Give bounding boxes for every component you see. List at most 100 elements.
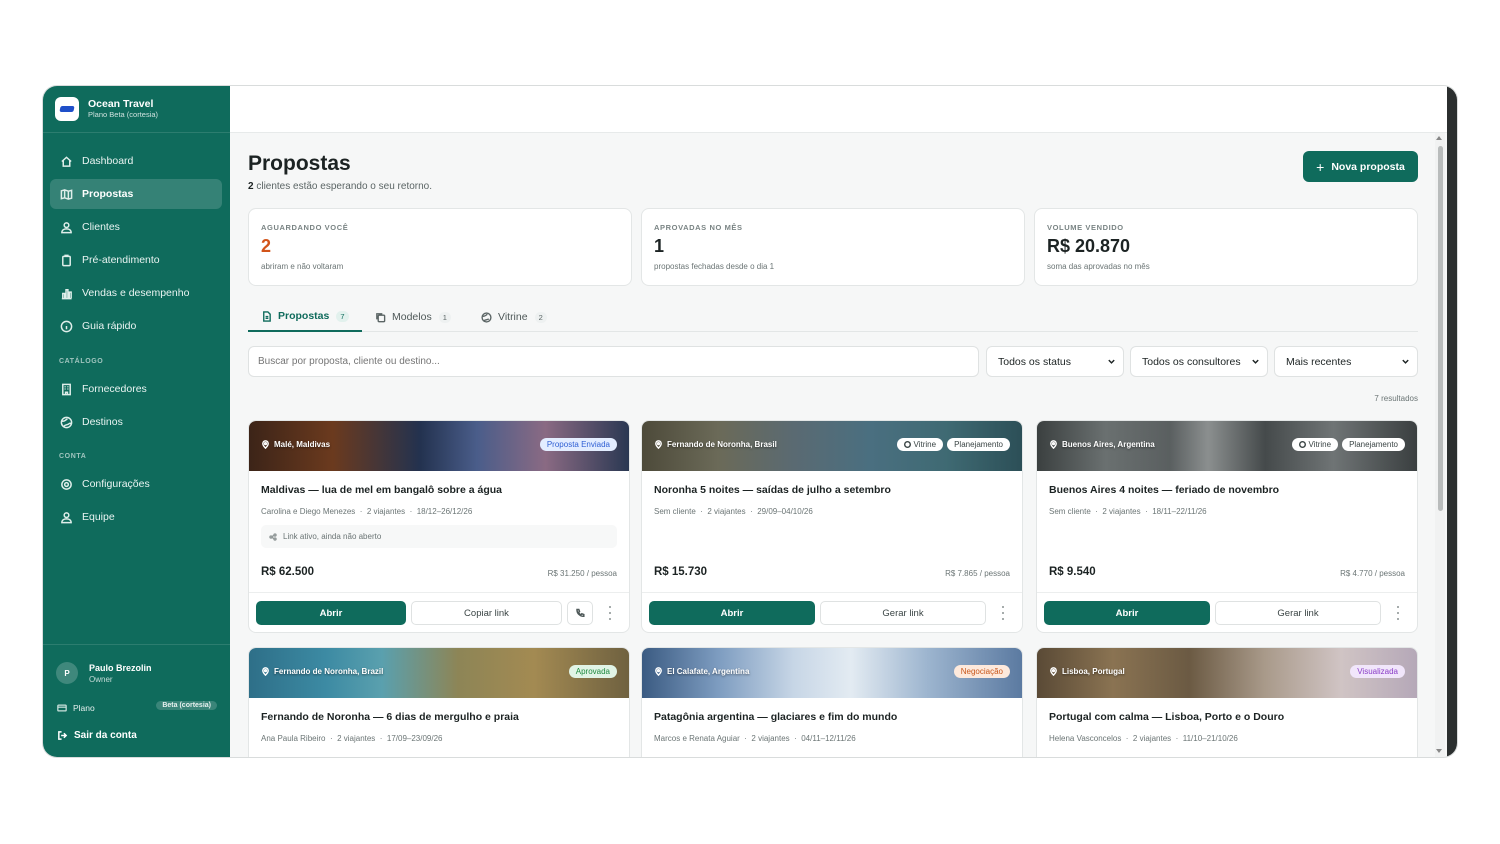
phone-icon xyxy=(576,608,585,618)
credit-card-icon xyxy=(57,704,67,712)
client-name: Helena Vasconcelos xyxy=(1049,734,1122,743)
price-total: R$ 62.500 xyxy=(261,566,315,578)
logout-button[interactable]: Sair da conta xyxy=(57,730,137,741)
tab-modelos[interactable]: Modelos 1 xyxy=(375,302,451,332)
copy-link-button[interactable]: Copiar link xyxy=(411,601,562,625)
sidebar-item-fornecedores[interactable]: Fornecedores xyxy=(50,374,222,404)
card-title: Buenos Aires 4 noites — feriado de novem… xyxy=(1049,484,1280,496)
proposal-card[interactable]: Buenos Aires, Argentina Vitrine Planejam… xyxy=(1036,420,1418,633)
travelers: 2 viajantes xyxy=(1102,507,1141,516)
proposal-card[interactable]: Lisboa, Portugal Visualizada Portugal co… xyxy=(1036,647,1418,757)
sidebar-item-label: Clientes xyxy=(82,221,120,233)
sidebar-item-propostas[interactable]: Propostas xyxy=(50,179,222,209)
sort-select[interactable]: Mais recentes xyxy=(1274,346,1418,377)
sidebar-item-destinos[interactable]: Destinos xyxy=(50,407,222,437)
open-button[interactable]: Abrir xyxy=(256,601,406,625)
bar-chart-icon xyxy=(61,288,72,299)
stat-card-volume: VOLUME VENDIDO R$ 20.870 soma das aprova… xyxy=(1034,208,1418,286)
stat-label: APROVADAS NO MÊS xyxy=(654,223,743,232)
price-per-person: R$ 7.865 / pessoa xyxy=(945,569,1010,578)
brand[interactable]: Ocean Travel Plano Beta (cortesia) xyxy=(43,86,230,133)
chevron-down-icon xyxy=(1252,359,1259,364)
building-icon xyxy=(62,383,71,395)
more-options-icon[interactable] xyxy=(998,604,1008,622)
brand-plan: Plano Beta (cortesia) xyxy=(88,110,159,119)
meta-separator: · xyxy=(379,734,383,743)
sidebar-item-configuracoes[interactable]: Configurações xyxy=(50,469,222,499)
proposal-card[interactable]: Fernando de Noronha, Brasil Vitrine Plan… xyxy=(641,420,1023,633)
card-meta: Sem cliente · 2 viajantes · 29/09–04/10/… xyxy=(654,507,813,516)
meta-separator: · xyxy=(1145,507,1148,516)
client-name: Sem cliente xyxy=(1049,507,1091,516)
open-button[interactable]: Abrir xyxy=(1044,601,1210,625)
vitrine-badge: Vitrine xyxy=(896,438,944,451)
badge-label: Vitrine xyxy=(913,440,937,449)
stat-note: soma das aprovadas no mês xyxy=(1047,262,1150,271)
sidebar-item-label: Fornecedores xyxy=(82,383,147,395)
tab-vitrine[interactable]: Vitrine 2 xyxy=(481,302,547,332)
proposal-card[interactable]: Malé, Maldivas Proposta Enviada Maldivas… xyxy=(248,420,630,633)
sidebar-item-dashboard[interactable]: Dashboard xyxy=(50,146,222,176)
sidebar-item-label: Pré-atendimento xyxy=(82,254,160,266)
brand-name: Ocean Travel xyxy=(88,98,154,110)
new-proposal-button[interactable]: + Nova proposta xyxy=(1303,151,1418,182)
open-button[interactable]: Abrir xyxy=(649,601,815,625)
tab-label: Vitrine xyxy=(498,311,528,323)
card-actions: Abrir Gerar link xyxy=(1037,592,1417,632)
document-icon xyxy=(263,310,271,322)
sidebar-item-label: Dashboard xyxy=(82,155,134,167)
page-title: Propostas xyxy=(248,152,351,175)
chevron-down-icon xyxy=(1108,359,1115,364)
app-window: Ocean Travel Plano Beta (cortesia) Dashb… xyxy=(43,86,1457,757)
scrollbar-thumb[interactable] xyxy=(1438,146,1443,511)
more-options-icon[interactable] xyxy=(1393,604,1403,622)
top-bar xyxy=(230,86,1457,133)
location-text: Malé, Maldivas xyxy=(274,440,331,449)
status-filter-value: Todos os status xyxy=(998,355,1071,368)
location-label: El Calafate, Argentina xyxy=(654,667,749,676)
copy-icon xyxy=(376,312,386,322)
location-pin-icon xyxy=(262,667,269,676)
plan-row[interactable]: Plano Beta (cortesia) xyxy=(57,701,217,714)
stat-label: AGUARDANDO VOCÊ xyxy=(261,223,349,232)
more-options-icon[interactable] xyxy=(605,604,615,622)
consultant-filter-select[interactable]: Todos os consultores xyxy=(1130,346,1268,377)
user-profile[interactable]: P Paulo Brezolin Owner xyxy=(43,644,230,684)
status-badge: Planejamento xyxy=(1342,438,1405,451)
client-name: Carolina e Diego Menezes xyxy=(261,507,356,516)
destination-image: Malé, Maldivas Proposta Enviada xyxy=(249,421,629,471)
location-pin-icon xyxy=(655,440,662,449)
location-label: Fernando de Noronha, Brasil xyxy=(654,440,777,449)
call-button[interactable] xyxy=(567,601,593,625)
users-icon xyxy=(61,221,72,233)
user-name: Paulo Brezolin xyxy=(89,663,152,673)
scroll-down-icon[interactable] xyxy=(1436,749,1442,753)
sidebar-item-clientes[interactable]: Clientes xyxy=(50,212,222,242)
sidebar-item-vendas[interactable]: Vendas e desempenho xyxy=(50,278,222,308)
generate-link-button[interactable]: Gerar link xyxy=(820,601,986,625)
sidebar-item-guia[interactable]: Guia rápido xyxy=(50,311,222,341)
location-pin-icon xyxy=(1050,667,1057,676)
tab-count: 2 xyxy=(534,311,547,323)
generate-link-button[interactable]: Gerar link xyxy=(1215,601,1381,625)
proposal-card[interactable]: Fernando de Noronha, Brazil Aprovada Fer… xyxy=(248,647,630,757)
proposal-card[interactable]: El Calafate, Argentina Negociação Patagô… xyxy=(641,647,1023,757)
tab-propostas[interactable]: Propostas 7 xyxy=(248,302,362,332)
window-frame-edge xyxy=(1447,86,1457,757)
stat-card-approved: APROVADAS NO MÊS 1 propostas fechadas de… xyxy=(641,208,1025,286)
gear-icon xyxy=(61,478,72,490)
sidebar-item-equipe[interactable]: Equipe xyxy=(50,502,222,532)
chevron-down-icon xyxy=(1402,359,1409,364)
trip-dates: 29/09–04/10/26 xyxy=(757,507,813,516)
search-input[interactable] xyxy=(248,346,979,377)
client-name: Sem cliente xyxy=(654,507,696,516)
status-badge: Proposta Enviada xyxy=(539,438,617,451)
tab-bar: Propostas 7 Modelos 1 Vitrine 2 xyxy=(248,302,1418,332)
location-label: Lisboa, Portugal xyxy=(1049,667,1125,676)
card-meta: Sem cliente · 2 viajantes · 18/11–22/11/… xyxy=(1049,507,1207,516)
scroll-up-icon[interactable] xyxy=(1436,136,1442,140)
sidebar-item-pre-atendimento[interactable]: Pré-atendimento xyxy=(50,245,222,275)
status-filter-select[interactable]: Todos os status xyxy=(986,346,1124,377)
globe-icon xyxy=(903,441,911,448)
card-meta: Helena Vasconcelos · 2 viajantes · 11/10… xyxy=(1049,734,1238,743)
